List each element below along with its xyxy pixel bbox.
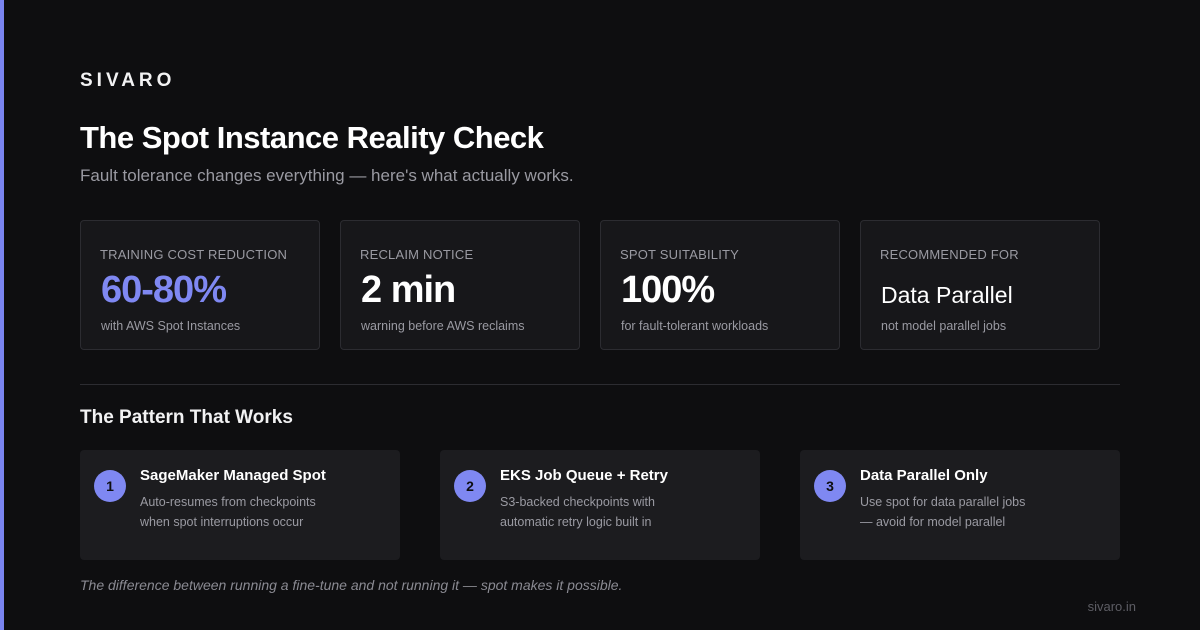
stat-card-reclaim-notice: RECLAIM NOTICE 2 min warning before AWS … [340, 220, 580, 350]
stat-value: 60-80% [101, 269, 227, 311]
stat-value: Data Parallel [881, 282, 1013, 308]
brand-logo: SIVARO [80, 70, 176, 91]
step-description-line: Use spot for data parallel jobs [860, 495, 1026, 509]
step-description-line: — avoid for model parallel [860, 515, 1006, 529]
step-description-line: Auto-resumes from checkpoints [140, 495, 316, 509]
stat-caption: warning before AWS reclaims [361, 319, 525, 333]
stat-label: RECLAIM NOTICE [360, 247, 474, 262]
step-description-line: automatic retry logic built in [500, 515, 652, 529]
stat-value: 2 min [361, 269, 456, 311]
stat-caption: with AWS Spot Instances [101, 319, 241, 333]
stat-card-recommended-for: RECOMMENDED FOR Data Parallel not model … [860, 220, 1100, 350]
stat-card-cost-reduction: TRAINING COST REDUCTION 60-80% with AWS … [80, 220, 320, 350]
stat-card-spot-suitability: SPOT SUITABILITY 100% for fault-tolerant… [600, 220, 840, 350]
footnote: The difference between running a fine-tu… [80, 577, 623, 593]
stat-label: SPOT SUITABILITY [620, 247, 740, 262]
step-description: Auto-resumes from checkpoints when spot … [140, 492, 380, 532]
step-description: S3-backed checkpoints with automatic ret… [500, 492, 740, 532]
stat-label: RECOMMENDED FOR [880, 247, 1019, 262]
stat-caption: not model parallel jobs [881, 319, 1007, 333]
accent-bar [0, 0, 4, 630]
step-title: SageMaker Managed Spot [140, 467, 326, 484]
site-url: sivaro.in [1087, 599, 1136, 614]
section-title: The Pattern That Works [80, 407, 293, 428]
section-divider [80, 384, 1120, 385]
stats-row: TRAINING COST REDUCTION 60-80% with AWS … [80, 220, 1100, 350]
step-description-line: S3-backed checkpoints with [500, 495, 655, 509]
step-card-eks: 2 EKS Job Queue + Retry S3-backed checkp… [440, 450, 760, 560]
step-card-data-parallel: 3 Data Parallel Only Use spot for data p… [800, 450, 1120, 560]
stat-value: 100% [621, 269, 715, 311]
steps-row: 1 SageMaker Managed Spot Auto-resumes fr… [80, 450, 1120, 560]
step-number-badge: 3 [814, 470, 846, 502]
step-card-sagemaker: 1 SageMaker Managed Spot Auto-resumes fr… [80, 450, 400, 560]
step-description-line: when spot interruptions occur [140, 515, 304, 529]
stat-label: TRAINING COST REDUCTION [100, 247, 288, 262]
step-number-badge: 2 [454, 470, 486, 502]
page-title: The Spot Instance Reality Check [80, 120, 544, 155]
step-number-badge: 1 [94, 470, 126, 502]
step-description: Use spot for data parallel jobs — avoid … [860, 492, 1100, 532]
step-title: Data Parallel Only [860, 467, 988, 484]
page-subtitle: Fault tolerance changes everything — her… [80, 166, 574, 185]
step-title: EKS Job Queue + Retry [500, 467, 668, 484]
stat-caption: for fault-tolerant workloads [621, 319, 769, 333]
